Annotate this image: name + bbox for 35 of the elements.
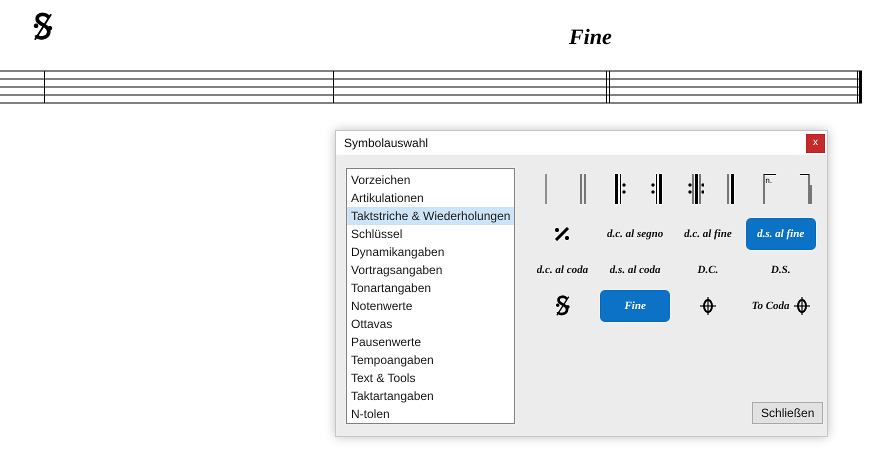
symbol-option[interactable]: d.c. al fine <box>672 218 743 250</box>
symbol-option[interactable]: Fine <box>600 290 670 322</box>
window-title: Symbolauswahl <box>344 135 428 152</box>
category-item[interactable]: Tonartangaben <box>347 279 514 297</box>
category-item[interactable]: Taktstriche & Wiederholungen <box>347 207 514 225</box>
symbol-option[interactable]: d.c. al coda <box>527 254 598 286</box>
category-item[interactable]: N-tolen <box>347 405 514 423</box>
segno-icon <box>31 12 55 42</box>
volta-number: n. <box>765 177 772 185</box>
symbol-option[interactable]: d.s. al fine <box>746 218 816 250</box>
coda-icon <box>700 297 716 315</box>
symbol-option[interactable]: To Coda <box>746 290 816 322</box>
category-item[interactable]: Vortragsangaben <box>347 261 514 279</box>
category-item[interactable]: Schlüssel <box>347 225 514 243</box>
category-item[interactable]: Notenwerte <box>347 297 514 315</box>
category-item[interactable]: Ottavas <box>347 315 514 333</box>
symbol-option[interactable]: D.C. <box>672 254 743 286</box>
category-item[interactable]: Tempoangaben <box>347 351 514 369</box>
symbol-option[interactable]: d.s. al coda <box>600 254 670 286</box>
segno-icon <box>554 295 572 317</box>
category-item[interactable]: Text & Tools <box>347 369 514 387</box>
category-item[interactable]: Vorzeichen <box>347 171 514 189</box>
repeat-both-icon[interactable] <box>688 173 704 205</box>
category-item[interactable]: Pausenwerte <box>347 333 514 351</box>
fine-marking: Fine <box>569 23 612 51</box>
category-item[interactable]: Dynamikangaben <box>347 243 514 261</box>
symbol-option[interactable]: D.S. <box>746 254 816 286</box>
category-item[interactable]: Taktartangaben <box>347 387 514 405</box>
coda-icon <box>794 297 810 315</box>
category-item[interactable]: Artikulationen <box>347 189 514 207</box>
close-button[interactable]: x <box>806 134 825 152</box>
volta-bracket-icon[interactable] <box>762 173 778 205</box>
close-dialog-button[interactable]: Schließen <box>752 402 824 424</box>
simile-icon <box>554 227 570 241</box>
symbol-option[interactable]: d.c. al segno <box>600 218 670 250</box>
